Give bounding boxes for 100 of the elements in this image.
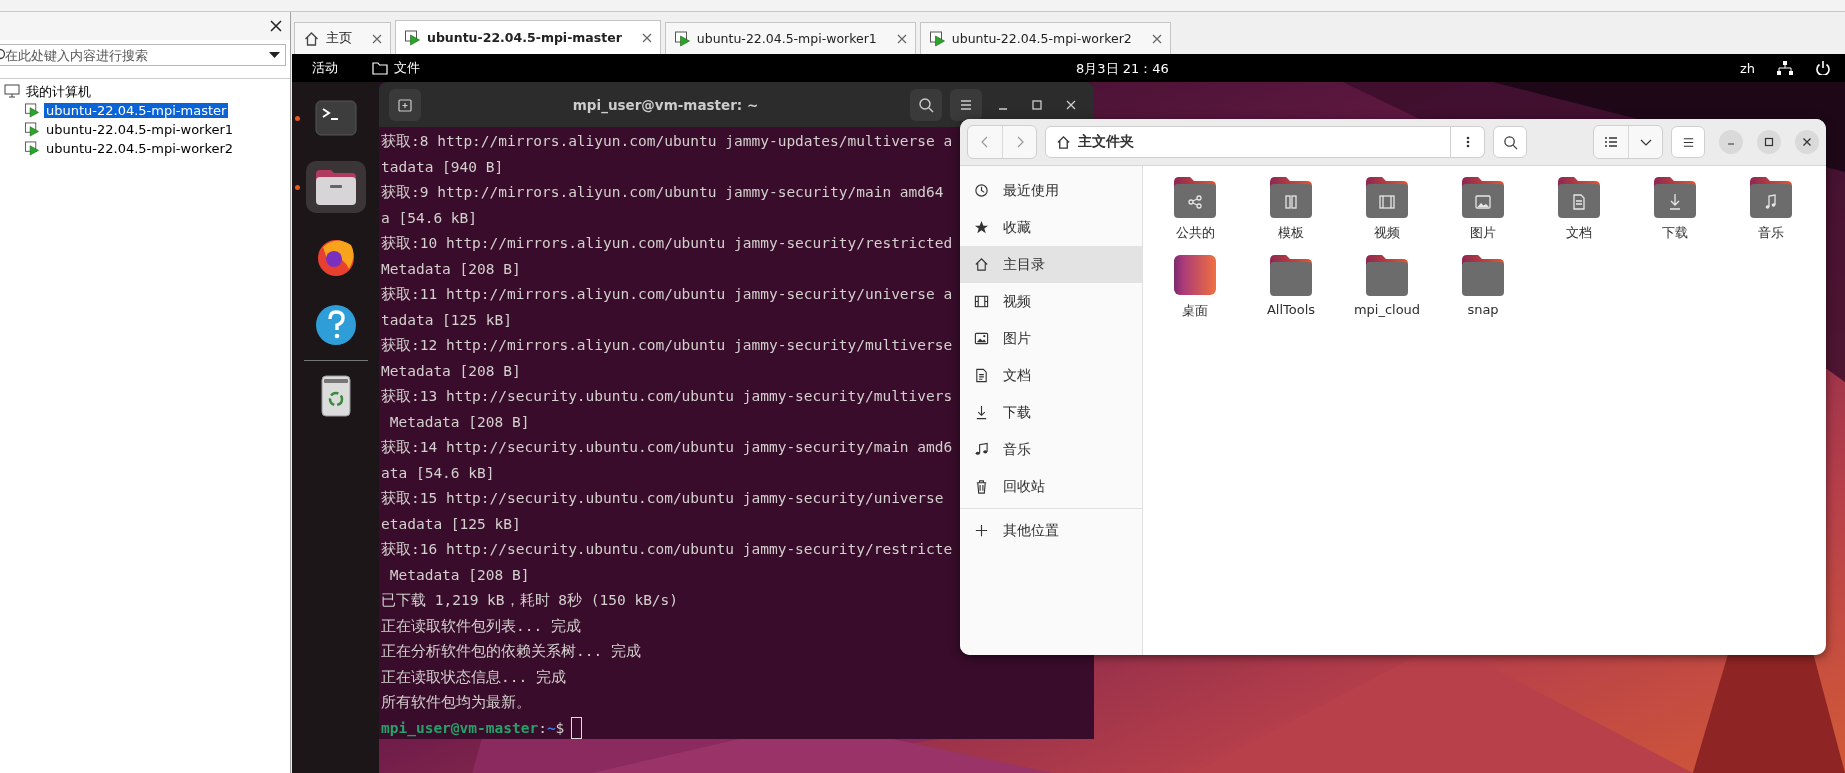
desktop-folder-icon[interactable] [1172,254,1218,296]
network-icon[interactable] [1777,61,1793,75]
documents-folder-icon[interactable] [1556,176,1602,218]
folder-icon[interactable] [1268,254,1314,296]
folder-icon[interactable] [1460,254,1506,296]
computer-icon [4,84,20,99]
terminal-line: tadata [125 kB] [381,310,512,330]
terminal-line: 获取:15 http://security.ubuntu.com/ubuntu jammy-security/universe [381,489,944,508]
sidebar-item[interactable]: 最近使用 [960,172,1142,209]
terminal-line: 获取:13 http://security.ubuntu.com/ubuntu jammy-security/multivers [381,387,953,406]
folder-label[interactable]: 音乐 [1758,224,1784,242]
terminal-line: 正在读取状态信息... 完成 [381,667,566,687]
menu-button[interactable] [950,88,982,121]
tree-item[interactable]: ubuntu-22.04.5-mpi-worker1 [44,122,236,137]
folder-label[interactable]: 公共的 [1175,224,1215,242]
tree-item[interactable]: ubuntu-22.04.5-mpi-master [44,103,229,118]
maximize-icon[interactable] [1031,98,1043,111]
folder-label[interactable]: 文档 [1566,224,1592,242]
vm-icon [928,30,946,47]
terminal-line: ata [54.6 kB] [381,463,495,483]
folder-label[interactable]: 下载 [1662,224,1688,242]
terminal-line: 获取:12 http://mirrors.aliyun.com/ubuntu jammy-security/multiverse [381,336,953,355]
maximize-icon [1764,137,1774,147]
power-icon[interactable] [1815,61,1831,75]
activities-button[interactable]: 活动 [312,59,372,77]
sidebar-item[interactable]: 回收站 [960,468,1142,505]
app-menu[interactable]: 文件 [372,59,420,77]
folder-label[interactable]: mpi_cloud [1353,302,1421,317]
folder-icon[interactable] [1364,254,1410,296]
music-note-icon [974,442,989,457]
dropdown-icon[interactable] [269,51,280,59]
terminal-line: a [54.6 kB] [381,208,478,228]
terminal-line: 获取:11 http://mirrors.aliyun.com/ubuntu jammy-security/universe a [381,285,953,304]
search-button[interactable] [1493,126,1527,158]
terminal-line: 获取:9 http://mirrors.aliyun.com/ubuntu jammy-security/main amd64 [381,183,944,202]
terminal-line: 正在读取软件包列表... 完成 [381,616,581,636]
star-icon [974,220,989,235]
new-tab-icon [397,96,413,113]
sidebar-item[interactable]: 收藏 [960,209,1142,246]
folder-label[interactable]: 图片 [1470,224,1496,242]
maximize-button[interactable] [1757,130,1781,154]
plus-icon [974,523,989,538]
tree-item[interactable]: 我的计算机 [24,82,93,101]
folder-label[interactable]: snap [1467,302,1499,317]
sidebar-item[interactable]: 下载 [960,394,1142,431]
search-button[interactable] [910,88,942,121]
vm-icon [24,122,40,137]
tree-item[interactable]: ubuntu-22.04.5-mpi-worker2 [44,141,236,156]
terminal-line: 获取:8 http://mirrors.aliyun.com/ubuntu jammy-updates/multiverse a [381,132,953,151]
terminal-prompt[interactable]: mpi_user@vm-master:~$ [381,715,583,739]
terminal-line: Metadata [208 B] [388,565,530,585]
sidebar-item[interactable]: 图片 [960,320,1142,357]
sidebar-item[interactable]: 其他位置 [960,512,1142,549]
sidebar-item[interactable]: 主目录 [960,246,1142,283]
menu-button[interactable] [1671,126,1705,158]
terminal-line: Metadata [208 B] [381,259,521,279]
tab[interactable]: ubuntu-22.04.5-mpi-worker1 [664,22,916,54]
text-cursor [571,717,583,739]
terminal-line: 已下载 1,219 kB，耗时 8秒 (150 kB/s) [381,591,679,610]
folder-label[interactable]: AllTools [1266,302,1316,317]
window-title: mpi_user@vm-master: ~ [571,96,760,113]
input-method-indicator[interactable]: zh [1739,60,1755,76]
kebab-icon [1465,135,1470,149]
tab[interactable]: 主页 [294,22,391,54]
music-folder-icon[interactable] [1748,176,1794,218]
tab[interactable]: ubuntu-22.04.5-mpi-master [395,20,661,54]
sidebar-item[interactable]: 音乐 [960,431,1142,468]
new-tab-button[interactable] [389,88,421,121]
shared-folder-icon[interactable] [1172,176,1218,218]
downloads-folder-icon[interactable] [1652,176,1698,218]
sidebar-item[interactable]: 文档 [960,357,1142,394]
folder-label[interactable]: 桌面 [1182,302,1208,320]
pictures-folder-icon[interactable] [1460,176,1506,218]
terminal-line: 获取:16 http://security.ubuntu.com/ubuntu jammy-security/restricte [381,540,953,559]
close-icon [1802,137,1812,147]
vm-icon [404,29,421,46]
terminal-line: 获取:10 http://mirrors.aliyun.com/ubuntu jammy-security/restricted [381,234,953,253]
film-icon [974,294,989,309]
sidebar-item[interactable]: 视频 [960,283,1142,320]
path-bar[interactable]: 主文件夹 [1045,126,1451,158]
list-icon [1604,135,1618,149]
home-icon [974,257,989,272]
image-icon [974,331,989,346]
clock-icon [974,183,989,198]
vm-icon [24,141,40,156]
folder-label[interactable]: 模板 [1278,224,1304,242]
search-icon [1502,134,1518,150]
terminal-line: 获取:14 http://security.ubuntu.com/ubuntu jammy-security/main amd6 [381,438,953,457]
close-icon[interactable] [270,20,282,32]
template-folder-icon[interactable] [1268,176,1314,218]
trash-icon [974,479,989,494]
video-folder-icon[interactable] [1364,176,1410,218]
folder-label[interactable]: 视频 [1374,224,1400,242]
clock[interactable]: 8月3日 21：46 [1076,60,1169,78]
search-field[interactable]: 在此处键入内容进行搜索 [0,44,286,66]
search-icon [918,96,934,113]
terminal-line: etadata [125 kB] [381,514,521,534]
vm-icon [673,30,691,47]
close-button[interactable] [1795,130,1819,154]
tab[interactable]: ubuntu-22.04.5-mpi-worker2 [919,22,1171,54]
